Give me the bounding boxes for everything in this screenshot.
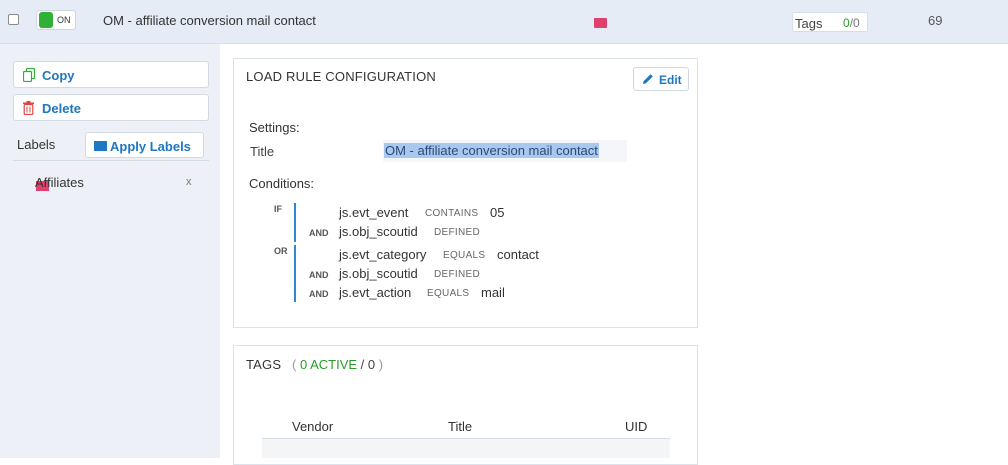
toggle-label: ON xyxy=(57,15,71,25)
condition-join: AND xyxy=(309,289,329,299)
condition-variable: js.evt_event xyxy=(339,205,409,220)
toggle-knob xyxy=(39,12,53,28)
condition-value: contact xyxy=(497,247,539,262)
condition-operator: EQUALS xyxy=(427,288,470,299)
delete-button[interactable]: Delete xyxy=(13,94,209,121)
condition-variable: js.evt_action xyxy=(339,285,412,300)
condition-variable: js.obj_scoutid xyxy=(339,266,418,281)
title-label: Title xyxy=(250,144,275,159)
edit-label: Edit xyxy=(659,73,682,87)
condition-operator: DEFINED xyxy=(434,269,480,280)
label-folder-icon xyxy=(594,18,607,28)
remove-label-button[interactable]: x xyxy=(186,176,192,188)
status-toggle[interactable]: ON xyxy=(36,10,76,30)
column-header-vendor[interactable]: Vendor xyxy=(292,419,333,434)
pencil-icon xyxy=(643,74,653,84)
load-rule-uid: 69 xyxy=(928,13,943,28)
tags-count-badge: Tags 0/0 xyxy=(792,12,868,32)
condition-operator: EQUALS xyxy=(443,250,486,261)
tags-summary: ( 0 ACTIVE / 0 ) xyxy=(292,357,383,372)
condition-group-keyword: IF xyxy=(274,204,282,214)
condition-group-bar xyxy=(294,203,296,242)
condition-variable: js.evt_category xyxy=(339,247,427,262)
condition-variable: js.obj_scoutid xyxy=(339,224,418,239)
tags-summary-open: ( xyxy=(292,357,297,372)
title-value: OM - affiliate conversion mail contact xyxy=(384,143,599,158)
column-header-uid[interactable]: UID xyxy=(625,419,647,434)
trash-icon xyxy=(23,101,34,115)
tags-active-count: 0 xyxy=(843,16,850,30)
tags-active-count: 0 ACTIVE xyxy=(299,357,358,372)
config-heading: LOAD RULE CONFIGURATION xyxy=(246,69,436,84)
condition-value: mail xyxy=(481,285,505,300)
column-header-title[interactable]: Title xyxy=(448,419,472,434)
condition-operator: CONTAINS xyxy=(425,208,479,219)
label-name: Affiliates xyxy=(35,175,84,190)
condition-join: AND xyxy=(309,270,329,280)
labels-heading: Labels xyxy=(17,137,56,152)
condition-join: AND xyxy=(309,228,329,238)
condition-operator: DEFINED xyxy=(434,227,480,238)
tags-summary-close: ) xyxy=(378,357,384,372)
copy-button[interactable]: Copy xyxy=(13,61,209,88)
apply-labels-label: Apply Labels xyxy=(110,139,191,154)
labels-divider xyxy=(13,160,209,161)
apply-labels-button[interactable]: Apply Labels xyxy=(85,132,204,158)
condition-value: 05 xyxy=(490,205,505,220)
condition-group-keyword: OR xyxy=(274,246,288,256)
tags-table-body xyxy=(262,439,670,458)
row-select-checkbox[interactable] xyxy=(8,14,19,25)
tags-total: / 0 xyxy=(360,357,376,372)
condition-group-bar xyxy=(294,245,296,302)
edit-button[interactable]: Edit xyxy=(633,67,689,91)
copy-label: Copy xyxy=(42,68,75,83)
settings-heading: Settings: xyxy=(249,120,300,135)
folder-icon xyxy=(94,141,107,151)
tags-heading: TAGS xyxy=(246,357,282,372)
delete-label: Delete xyxy=(42,101,82,116)
conditions-heading: Conditions: xyxy=(249,176,315,191)
tags-label: Tags xyxy=(795,16,823,31)
copy-icon xyxy=(23,68,35,82)
tags-count: 0/0 xyxy=(843,16,860,30)
load-rule-title[interactable]: OM - affiliate conversion mail contact xyxy=(103,13,316,28)
tags-total-count: /0 xyxy=(849,16,860,30)
